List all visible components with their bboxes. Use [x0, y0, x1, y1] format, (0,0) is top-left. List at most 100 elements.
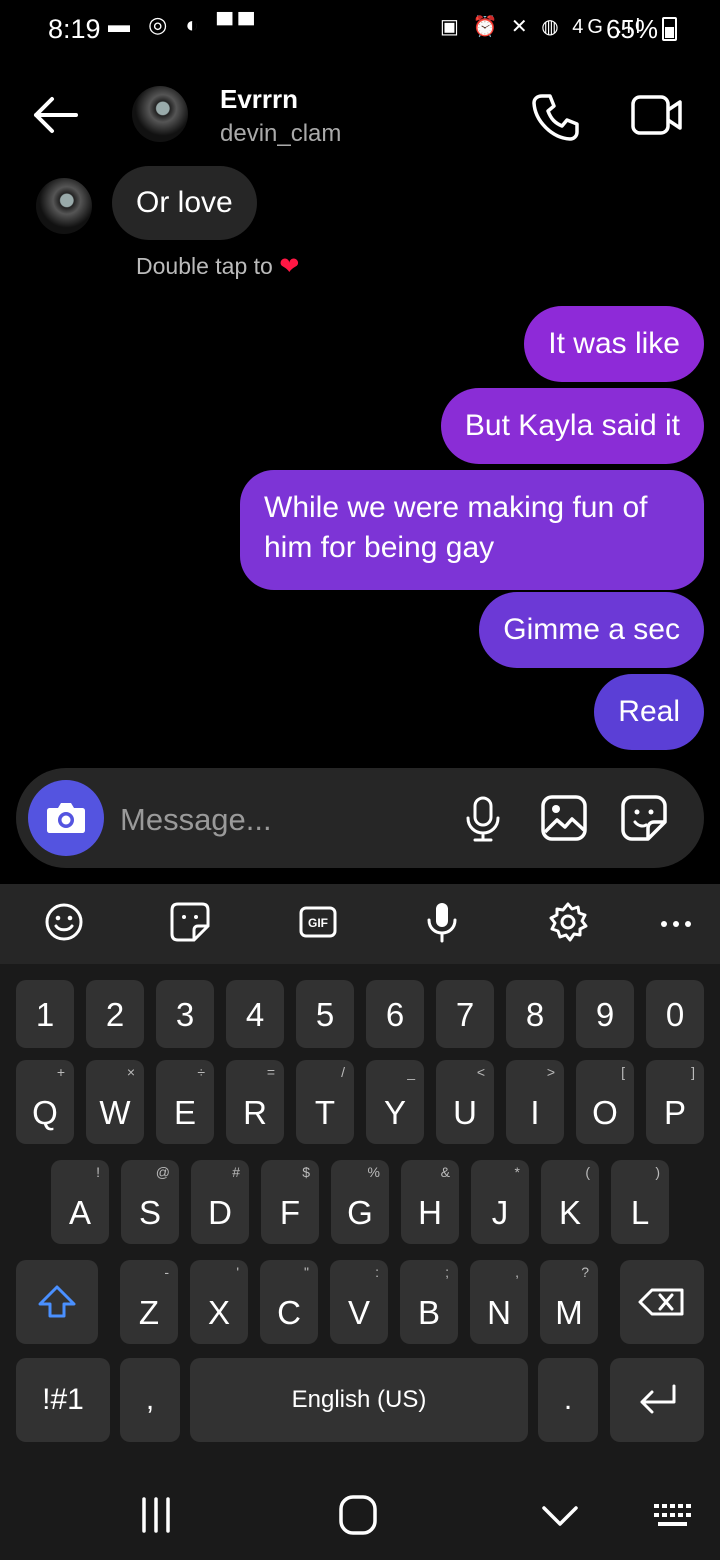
status-bar: 8:19 ▬ ◎ ◐ ▀▀ ▣ ⏰ ✕ ◍ 4G .ıl 65%	[0, 0, 720, 60]
key-label: 7	[455, 996, 475, 1033]
key-secondary-label: :	[375, 1264, 379, 1280]
back-arrow-icon[interactable]	[30, 92, 80, 138]
outgoing-message[interactable]: Gimme a sec	[479, 592, 704, 668]
battery-percent: 65%	[606, 14, 659, 44]
key[interactable]: I >	[506, 1060, 564, 1144]
key[interactable]: U <	[436, 1060, 494, 1144]
incoming-message[interactable]: Or love	[112, 166, 257, 240]
key[interactable]: 7	[436, 980, 494, 1048]
heart-icon: ❤	[279, 253, 300, 280]
battery-icon	[662, 17, 678, 41]
back-chevron-icon[interactable]	[540, 1502, 580, 1530]
key[interactable]: 0	[646, 980, 704, 1048]
key-secondary-label: $	[302, 1164, 310, 1180]
key[interactable]: F $	[261, 1160, 319, 1244]
backspace-icon	[638, 1288, 684, 1316]
key[interactable]: L)	[611, 1160, 669, 1244]
key-secondary-label: ,	[515, 1264, 519, 1280]
key-label: Y	[383, 1094, 406, 1131]
key-label: Q	[32, 1094, 58, 1131]
shift-key[interactable]	[16, 1260, 98, 1344]
key[interactable]: 1	[16, 980, 74, 1048]
key[interactable]: Y _	[366, 1060, 424, 1144]
gallery-icon[interactable]	[540, 794, 588, 842]
key[interactable]: E ÷	[156, 1060, 214, 1144]
key-secondary-label: (	[585, 1164, 590, 1180]
outgoing-message[interactable]: It was like	[524, 306, 704, 382]
key-secondary-label: "	[304, 1264, 309, 1280]
message-avatar[interactable]	[36, 178, 92, 234]
message-input[interactable]	[120, 798, 440, 842]
key[interactable]: X '	[190, 1260, 248, 1344]
key[interactable]: W ×	[86, 1060, 144, 1144]
key[interactable]: 6	[366, 980, 424, 1048]
key[interactable]: Z-	[120, 1260, 178, 1344]
key-secondary-label: ×	[126, 1064, 135, 1080]
sticker-icon[interactable]	[620, 794, 668, 842]
key[interactable]: N,	[470, 1260, 528, 1344]
key[interactable]: R =	[226, 1060, 284, 1144]
keyboard-sticker-icon[interactable]	[168, 900, 212, 944]
key[interactable]: C "	[260, 1260, 318, 1344]
key-label: V	[347, 1294, 370, 1331]
recent-apps-icon[interactable]	[136, 1496, 176, 1534]
keyboard-hide-icon[interactable]	[652, 1500, 694, 1532]
key-secondary-label: _	[407, 1064, 415, 1080]
key[interactable]: 3	[156, 980, 214, 1048]
key[interactable]: O[	[576, 1060, 634, 1144]
more-options-icon[interactable]	[656, 900, 700, 944]
key-label: 2	[105, 996, 125, 1033]
key-label: E	[173, 1094, 196, 1131]
key-label: C	[277, 1294, 301, 1331]
space-key[interactable]: English (US)	[190, 1358, 528, 1442]
key[interactable]: J *	[471, 1160, 529, 1244]
key[interactable]: 2	[86, 980, 144, 1048]
outgoing-message[interactable]: But Kayla said it	[440, 388, 704, 464]
gif-icon[interactable]: GIF	[296, 900, 340, 944]
key-secondary-label: >	[546, 1064, 555, 1080]
key[interactable]: S @	[121, 1160, 179, 1244]
symbols-key[interactable]: !#1	[16, 1358, 110, 1442]
key-label: H	[418, 1194, 442, 1231]
settings-gear-icon[interactable]	[546, 900, 590, 944]
phone-call-icon[interactable]	[528, 90, 582, 144]
key[interactable]: 5	[296, 980, 354, 1048]
key-secondary-label: <	[476, 1064, 485, 1080]
microphone-icon[interactable]	[464, 796, 502, 842]
emoji-icon[interactable]	[42, 900, 86, 944]
key-secondary-label: +	[56, 1064, 65, 1080]
period-key[interactable]: .	[538, 1358, 598, 1442]
outgoing-message[interactable]: Real	[594, 674, 704, 750]
contact-username[interactable]: devin_clam	[220, 120, 341, 148]
key-secondary-label: =	[266, 1064, 275, 1080]
key[interactable]: G%	[331, 1160, 389, 1244]
key[interactable]: V:	[330, 1260, 388, 1344]
contact-avatar[interactable]	[132, 86, 188, 142]
key[interactable]: Q +	[16, 1060, 74, 1144]
key[interactable]: H &	[401, 1160, 459, 1244]
key[interactable]: 4	[226, 980, 284, 1048]
outgoing-message[interactable]: While we were making fun of him for bein…	[240, 470, 704, 590]
video-call-icon[interactable]	[630, 92, 684, 138]
key[interactable]: P]	[646, 1060, 704, 1144]
contact-name[interactable]: Evrrrn	[220, 84, 298, 115]
key[interactable]: M?	[540, 1260, 598, 1344]
home-icon[interactable]	[338, 1494, 378, 1536]
key[interactable]: 8	[506, 980, 564, 1048]
key-secondary-label: ]	[691, 1064, 695, 1080]
comma-key[interactable]: ,	[120, 1358, 180, 1442]
enter-key[interactable]	[610, 1358, 704, 1442]
key-label: J	[491, 1194, 509, 1231]
key-secondary-label: '	[236, 1264, 239, 1280]
camera-button[interactable]	[28, 780, 104, 856]
key[interactable]: 9	[576, 980, 634, 1048]
key[interactable]: A!	[51, 1160, 109, 1244]
key[interactable]: D #	[191, 1160, 249, 1244]
key-secondary-label: )	[655, 1164, 660, 1180]
key[interactable]: K(	[541, 1160, 599, 1244]
key[interactable]: B;	[400, 1260, 458, 1344]
key[interactable]: T /	[296, 1060, 354, 1144]
voice-input-icon[interactable]	[420, 900, 464, 944]
backspace-key[interactable]	[620, 1260, 704, 1344]
key-secondary-label: ÷	[197, 1064, 205, 1080]
